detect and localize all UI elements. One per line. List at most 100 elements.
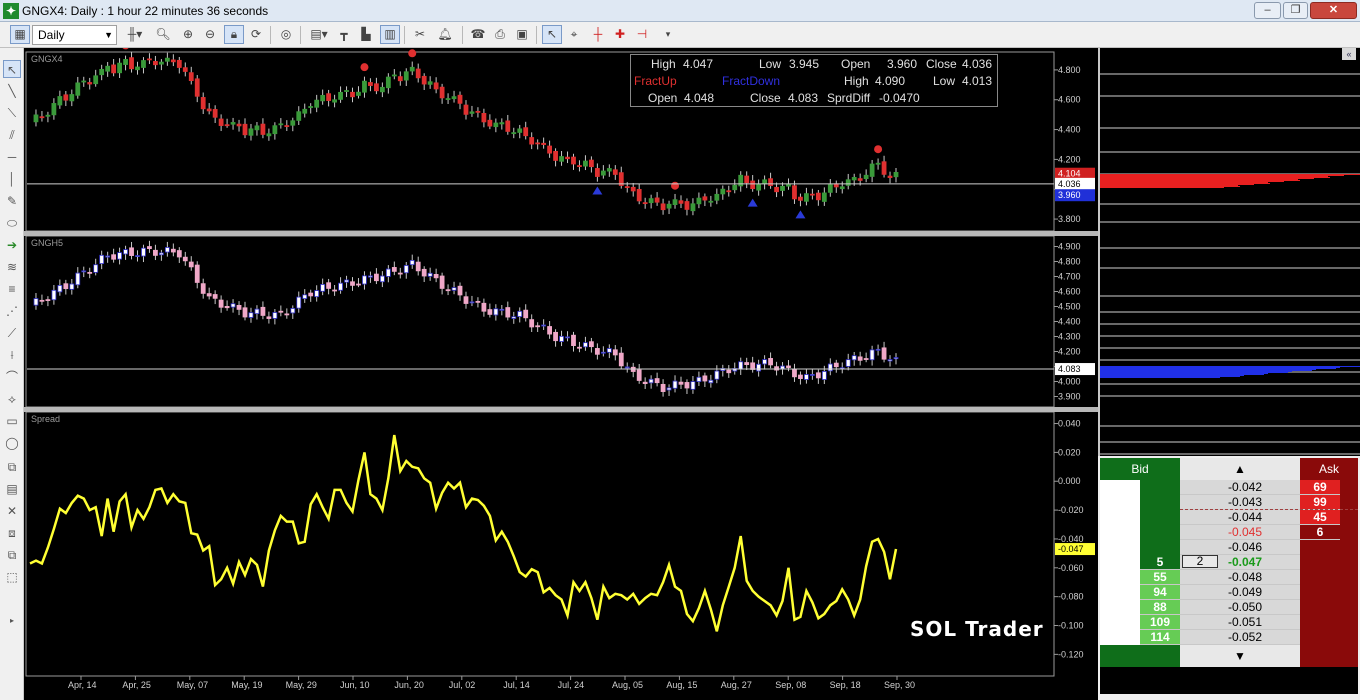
- ladder-price[interactable]: -0.049: [1180, 585, 1300, 600]
- pitchfork-icon[interactable]: ⟋: [3, 324, 21, 342]
- plus-icon[interactable]: ✚: [610, 25, 630, 44]
- ladder-bid[interactable]: 88: [1140, 600, 1180, 615]
- axis-tick-label: 4.400: [1058, 125, 1081, 135]
- info-close2: 4.083: [788, 91, 819, 105]
- maximize-button[interactable]: ❐: [1283, 2, 1308, 19]
- layers-icon[interactable]: ⧈: [3, 524, 21, 542]
- arrow-right-icon[interactable]: ➔: [3, 236, 21, 254]
- zoom-out-icon[interactable]: ⊖: [200, 25, 220, 44]
- phone-icon[interactable]: ☎: [468, 25, 488, 44]
- candle: [750, 362, 756, 370]
- ladder-ask[interactable]: 6: [1300, 525, 1340, 540]
- arc-icon[interactable]: ⌒: [3, 368, 21, 386]
- refresh-icon[interactable]: ⟳: [246, 25, 266, 44]
- ray-icon[interactable]: ⟍: [3, 104, 21, 122]
- ladder-bid[interactable]: 109: [1140, 615, 1180, 630]
- collapse-icon[interactable]: «: [1342, 48, 1356, 60]
- candle: [469, 111, 475, 114]
- close-button[interactable]: ✕: [1310, 2, 1357, 19]
- candle: [212, 294, 218, 299]
- draw-tools-icon[interactable]: ┳: [334, 25, 354, 44]
- note-icon[interactable]: ✎: [3, 192, 21, 210]
- bell-icon[interactable]: 🔔︎: [432, 25, 458, 44]
- ladder-price[interactable]: -0.050: [1180, 600, 1300, 615]
- ladder-ask[interactable]: 99: [1300, 495, 1340, 510]
- bar-type-icon[interactable]: ╫▾: [122, 25, 148, 44]
- candle: [182, 256, 188, 262]
- quantity-input[interactable]: 2: [1182, 555, 1218, 568]
- cycle-icon[interactable]: ⟡: [3, 390, 21, 408]
- candle: [451, 96, 457, 100]
- horizontal-line-icon[interactable]: ─: [3, 148, 21, 166]
- ladder-price[interactable]: -0.046: [1180, 540, 1300, 555]
- ladder-price[interactable]: -0.043: [1180, 495, 1300, 510]
- bar-chart-icon[interactable]: ▙: [356, 25, 376, 44]
- lock-icon[interactable]: 🔒︎: [224, 25, 244, 44]
- candle: [505, 307, 511, 318]
- overflow-icon[interactable]: ▾: [658, 25, 678, 44]
- print-icon[interactable]: ▣: [512, 25, 532, 44]
- delete-icon[interactable]: ✕: [3, 502, 21, 520]
- marker-icon[interactable]: ⊣: [632, 25, 652, 44]
- minimize-button[interactable]: ‒: [1254, 2, 1281, 19]
- ladder-bid[interactable]: 94: [1140, 585, 1180, 600]
- chart-canvas[interactable]: GNGX4 GNGH5 Spread 4.800 4.600 4.400 4.200 4.00…: [24, 48, 1098, 700]
- oval-icon[interactable]: ◯: [3, 434, 21, 452]
- candle: [869, 163, 875, 177]
- ladder-ask[interactable]: 45: [1300, 510, 1340, 525]
- candle: [51, 103, 57, 116]
- ladder-bid[interactable]: 55: [1140, 570, 1180, 585]
- crosshair-icon[interactable]: ⌖: [564, 25, 584, 44]
- ladder-price[interactable]: -0.044: [1180, 510, 1300, 525]
- scissors-icon[interactable]: ✂: [410, 25, 430, 44]
- axis-tick-label: -0.060: [1058, 563, 1084, 573]
- candle: [224, 124, 230, 127]
- new-chart-icon[interactable]: ▦: [10, 25, 30, 44]
- ladder-bid[interactable]: 114: [1140, 630, 1180, 645]
- period-select[interactable]: Daily ▼: [32, 25, 117, 45]
- line-icon[interactable]: ╲: [3, 82, 21, 100]
- copy-icon[interactable]: ⧉: [3, 458, 21, 476]
- ladder-bid[interactable]: 5: [1140, 555, 1180, 570]
- fan-icon[interactable]: ⋰: [3, 302, 21, 320]
- ladder-price[interactable]: -0.045: [1180, 525, 1300, 540]
- cursor-icon[interactable]: ↖: [542, 25, 562, 44]
- ladder-price[interactable]: -0.042: [1180, 480, 1300, 495]
- scroll-up-button[interactable]: ▲: [1180, 458, 1300, 480]
- zoom-out-icon[interactable]: ⊕: [178, 25, 198, 44]
- gann-icon[interactable]: ⟊: [3, 346, 21, 364]
- x-axis-label: Aug, 05: [612, 680, 643, 690]
- chart-area[interactable]: GNGX4 GNGH5 Spread 4.800 4.600 4.400 4.200 4.00…: [24, 48, 1098, 700]
- indicator-icon[interactable]: ▤▾: [306, 25, 332, 44]
- ladder-ask[interactable]: 69: [1300, 480, 1340, 495]
- ladder-price[interactable]: -0.052: [1180, 630, 1300, 645]
- ladder-price[interactable]: -0.048: [1180, 570, 1300, 585]
- candle: [39, 116, 45, 119]
- print-icon[interactable]: ⎙: [490, 25, 510, 44]
- vertical-line-icon[interactable]: │: [3, 170, 21, 188]
- expand-icon[interactable]: ▸: [3, 612, 21, 630]
- select-area-icon[interactable]: ⬚: [3, 568, 21, 586]
- pane-splitter: [24, 407, 1098, 412]
- properties-icon[interactable]: ▤: [3, 480, 21, 498]
- wave-icon[interactable]: ≋: [3, 258, 21, 276]
- candle: [427, 81, 433, 85]
- ladder-price[interactable]: -0.051: [1180, 615, 1300, 630]
- rectangle-icon[interactable]: ▭: [3, 412, 21, 430]
- template-icon[interactable]: ◎: [276, 25, 296, 44]
- scroll-down-button[interactable]: ▼: [1180, 645, 1300, 667]
- channel-icon[interactable]: ⫽: [3, 126, 21, 144]
- ellipse-icon[interactable]: ⬭: [3, 214, 21, 232]
- layers-icon[interactable]: ⧉: [3, 546, 21, 564]
- candle: [206, 108, 212, 112]
- candle: [768, 358, 773, 366]
- zoom-in-icon[interactable]: 🔍︎: [150, 25, 176, 44]
- candle: [666, 203, 672, 209]
- cross-icon[interactable]: ┼: [588, 25, 608, 44]
- axis-tick-label: 4.300: [1058, 332, 1081, 342]
- color-icon[interactable]: ▥: [380, 25, 400, 44]
- candle: [547, 145, 552, 154]
- candle: [600, 351, 606, 354]
- fibonacci-icon[interactable]: ≡: [3, 280, 21, 298]
- cursor-icon[interactable]: ↖: [3, 60, 21, 78]
